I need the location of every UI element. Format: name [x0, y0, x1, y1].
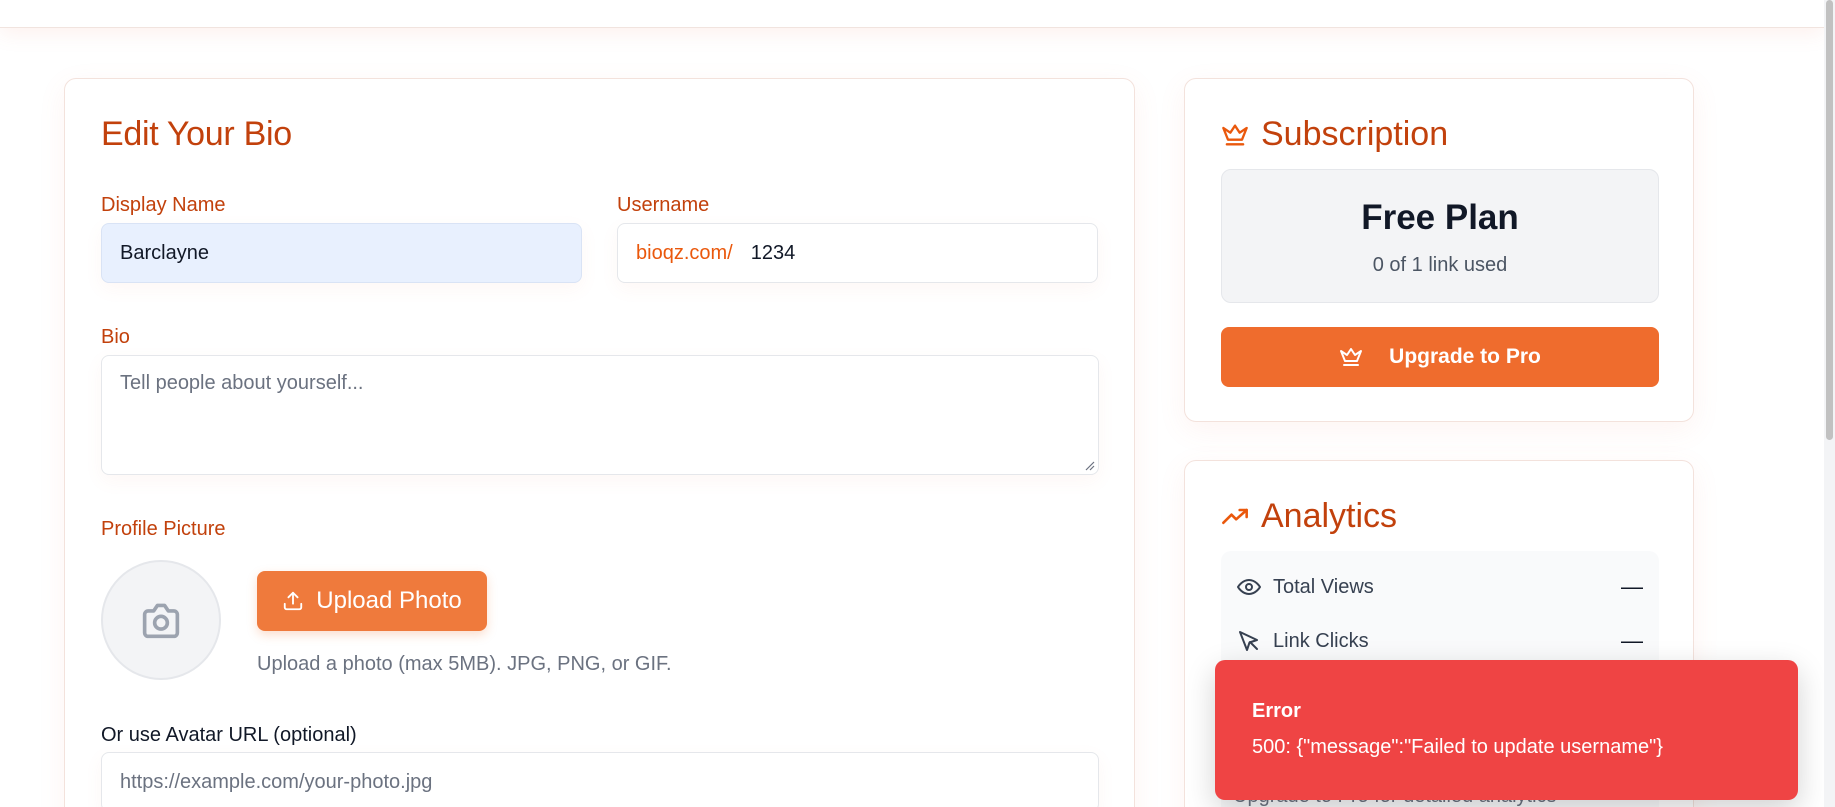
- analytics-title: Analytics: [1221, 497, 1397, 536]
- crown-icon: [1222, 124, 1248, 145]
- analytics-title-text: Analytics: [1261, 497, 1398, 535]
- upload-photo-label: Upload Photo: [316, 587, 462, 614]
- username-value: 1234: [750, 241, 796, 264]
- display-name-value: Barclayne: [120, 241, 209, 264]
- stat-row-total-views: Total Views —: [1237, 567, 1643, 607]
- edit-bio-card: Edit Your Bio Display Name Barclayne Use…: [64, 78, 1135, 807]
- subscription-title: Subscription: [1221, 115, 1448, 154]
- upgrade-to-pro-button[interactable]: Upgrade to Pro: [1221, 327, 1659, 387]
- subscription-title-text: Subscription: [1261, 115, 1449, 153]
- stat-label: Total Views: [1273, 575, 1374, 598]
- edit-bio-title: Edit Your Bio: [101, 115, 292, 153]
- upload-icon: [284, 591, 303, 611]
- camera-icon: [142, 603, 180, 639]
- username-prefix: bioqz.com/: [636, 241, 733, 264]
- username-label: Username: [617, 194, 710, 216]
- scrollbar-thumb[interactable]: [1826, 0, 1833, 440]
- stat-row-link-clicks: Link Clicks —: [1237, 621, 1643, 661]
- error-toast[interactable]: Error 500: {"message":"Failed to update …: [1215, 660, 1798, 800]
- username-input[interactable]: bioqz.com/ 1234: [617, 223, 1098, 283]
- profile-picture-label: Profile Picture: [101, 518, 226, 540]
- stat-label: Link Clicks: [1273, 629, 1369, 652]
- upgrade-label: Upgrade to Pro: [1389, 345, 1541, 368]
- plan-usage: 0 of 1 link used: [1372, 254, 1508, 276]
- avatar-placeholder: [101, 560, 221, 680]
- cursor-icon: [1237, 628, 1263, 654]
- resize-handle-icon[interactable]: [1083, 459, 1095, 471]
- toast-message: 500: {"message":"Failed to update userna…: [1252, 736, 1663, 758]
- display-name-label: Display Name: [101, 194, 226, 216]
- bio-placeholder: Tell people about yourself...: [120, 372, 364, 394]
- page-scrollbar[interactable]: [1824, 0, 1835, 807]
- plan-name: Free Plan: [1361, 198, 1519, 237]
- bio-label: Bio: [101, 326, 130, 348]
- trending-up-icon: [1222, 508, 1248, 524]
- upload-helper-text: Upload a photo (max 5MB). JPG, PNG, or G…: [257, 653, 672, 675]
- crown-icon: [1340, 348, 1363, 366]
- plan-box: Free Plan 0 of 1 link used: [1221, 169, 1659, 303]
- subscription-card: Subscription Free Plan 0 of 1 link used …: [1184, 78, 1694, 422]
- toast-title: Error: [1252, 700, 1301, 722]
- avatar-url-label: Or use Avatar URL (optional): [101, 724, 357, 746]
- eye-icon: [1237, 574, 1263, 600]
- display-name-input[interactable]: Barclayne: [101, 223, 582, 283]
- stat-value: —: [1621, 628, 1643, 653]
- avatar-url-placeholder: https://example.com/your-photo.jpg: [120, 770, 433, 793]
- top-navbar: [0, 0, 1824, 28]
- avatar-url-input[interactable]: https://example.com/your-photo.jpg: [101, 752, 1099, 807]
- upload-photo-button[interactable]: Upload Photo: [257, 571, 487, 631]
- bio-textarea[interactable]: Tell people about yourself...: [101, 355, 1099, 475]
- stat-value: —: [1621, 574, 1643, 599]
